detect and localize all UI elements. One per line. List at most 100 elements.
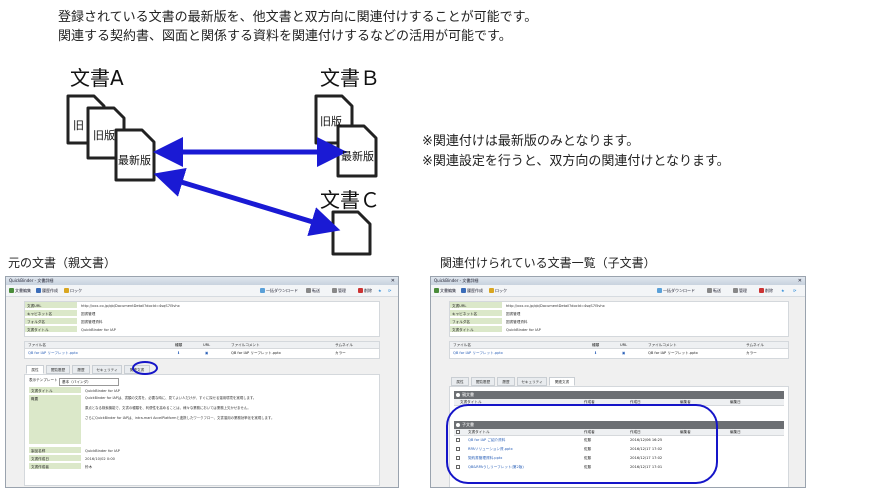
- edit-button[interactable]: 文書編集: [434, 288, 456, 294]
- prop-row: 文書タイトル QuickBinder for IAP: [25, 326, 116, 333]
- doc-b-title: 文書Ｂ: [320, 66, 380, 90]
- doc-c-icon: [331, 210, 372, 256]
- window-title: QuickBinder - 文書詳細: [9, 278, 54, 283]
- prop-row: キャビネット名 図書管理: [25, 310, 96, 317]
- download-icon[interactable]: ⬇: [177, 350, 180, 357]
- detail-row: 文書作成日 2016/10/02 0:00: [29, 455, 115, 462]
- note-1: ※関連付けは最新版のみとなります。: [422, 134, 640, 149]
- col-file-name: ファイル名: [28, 343, 46, 347]
- detail-overview: 概要 QuickBinder for IAPは、書類の文書を、必要な時に、見てよ…: [29, 395, 377, 445]
- detail-row: 文書タイトル QuickBinder for IAP: [29, 387, 120, 394]
- file-row: QB for IAP リーフレット.pptx ⬇ ▣ QB for IAP リー…: [450, 350, 788, 358]
- detail-row: 製品名称 QuickBinder for IAP: [29, 447, 120, 454]
- doc-b-page-2-label: 最新版: [341, 150, 374, 163]
- download-button[interactable]: 一括ダウンロード: [260, 288, 298, 294]
- col-thumbnail: サムネイル: [335, 343, 353, 347]
- toolbar: 文書編集 履歴作成 ロック 一括ダウンロード 転送 管理 削除 ★ ⟳: [6, 285, 398, 297]
- lock-button[interactable]: ロック: [64, 288, 82, 294]
- properties-panel: 文書URL http://xxx.co.jp/qb/DocumentDetail?…: [24, 301, 380, 337]
- doc-c-title: 文書Ｃ: [320, 188, 380, 212]
- url-icon[interactable]: ▣: [205, 350, 208, 357]
- note-2: ※関連設定を行うと、双方向の関連付けとなります。: [422, 154, 730, 169]
- prop-row: 文書URL http://xxx.co.jp/qb/DocumentDetail?…: [25, 302, 180, 309]
- col-type: 種類: [175, 343, 183, 347]
- col-thumbnail: サムネイル: [746, 343, 764, 347]
- file-thumbnail: カラー: [335, 351, 346, 355]
- detail-tabs: 属性 閲覧履歴 履歴 セキュリティ 関連文書: [451, 377, 651, 386]
- detail-tabs: 属性 閲覧履歴 履歴 セキュリティ 関連文書: [26, 365, 226, 374]
- file-link[interactable]: QB for IAP リーフレット.pptx: [453, 350, 503, 357]
- tab-security[interactable]: セキュリティ: [517, 377, 547, 386]
- prop-row: 文書URL http://xxx.co.jp/qb/DocumentDetail?…: [450, 302, 605, 309]
- file-table: ファイル名 種類 URL ファイルコメント サムネイル QB for IAP リ…: [24, 341, 380, 359]
- collapse-icon: [456, 393, 460, 397]
- arrow-a-c: [153, 168, 341, 236]
- tab-security[interactable]: セキュリティ: [92, 365, 122, 374]
- send-icon: [306, 288, 311, 293]
- manage-button[interactable]: 管理: [332, 288, 346, 294]
- caption-children: 関連付けられている文書一覧（子文書）: [440, 256, 656, 270]
- parent-docs-header[interactable]: 親文書: [454, 391, 784, 399]
- file-thumbnail: カラー: [746, 351, 757, 355]
- tab-attributes[interactable]: 属性: [451, 377, 469, 386]
- tab-history[interactable]: 履歴: [497, 377, 515, 386]
- trash-icon: [358, 288, 363, 293]
- url-icon[interactable]: ▣: [622, 350, 625, 357]
- detail-row: 文書作成者 鈴木: [29, 463, 93, 470]
- download-icon: [657, 288, 662, 293]
- refresh-icon[interactable]: ⟳: [793, 288, 796, 294]
- download-icon[interactable]: ⬇: [594, 350, 597, 357]
- star-icon[interactable]: ★: [378, 288, 382, 294]
- tab-view-history[interactable]: 閲覧履歴: [471, 377, 495, 386]
- doc-a-page-2-label: 旧版: [93, 129, 115, 142]
- prop-row: フォルダ名 図書管理資料: [25, 318, 103, 325]
- tab-view-history[interactable]: 閲覧履歴: [46, 365, 70, 374]
- related-tab-highlight: [132, 361, 158, 375]
- history-button[interactable]: 履歴作成: [36, 288, 58, 294]
- delete-button[interactable]: 削除: [358, 288, 372, 294]
- send-button[interactable]: 転送: [306, 288, 320, 294]
- trash-icon: [759, 288, 764, 293]
- tab-related-docs[interactable]: 関連文書: [549, 377, 575, 386]
- parent-document-window: QuickBinder - 文書詳細 ✕ 文書編集 履歴作成 ロック 一括ダウン…: [5, 276, 399, 488]
- col-url: URL: [620, 343, 628, 347]
- col-comment: ファイルコメント: [231, 343, 260, 347]
- delete-button[interactable]: 削除: [759, 288, 773, 294]
- caption-parent: 元の文書（親文書）: [8, 256, 117, 270]
- close-icon[interactable]: ✕: [798, 277, 802, 285]
- col-comment: ファイルコメント: [648, 343, 677, 347]
- manage-button[interactable]: 管理: [733, 288, 747, 294]
- history-icon: [36, 288, 41, 293]
- lock-button[interactable]: ロック: [489, 288, 507, 294]
- gear-icon: [733, 288, 738, 293]
- col-url: URL: [203, 343, 211, 347]
- lock-icon: [64, 288, 69, 293]
- star-icon[interactable]: ★: [781, 288, 785, 294]
- template-select[interactable]: 基本（バインダ）: [59, 378, 119, 386]
- doc-a-title: 文書A: [70, 66, 124, 90]
- edit-button[interactable]: 文書編集: [9, 288, 31, 294]
- file-comment: QB for IAP リーフレット.pptx: [231, 351, 281, 355]
- properties-panel: 文書URL http://xxx.co.jp/qb/DocumentDetail?…: [449, 301, 789, 337]
- send-button[interactable]: 転送: [707, 288, 721, 294]
- file-comment: QB for IAP リーフレット.pptx: [648, 351, 698, 355]
- col-type: 種類: [592, 343, 600, 347]
- history-button[interactable]: 履歴作成: [461, 288, 483, 294]
- download-button[interactable]: 一括ダウンロード: [657, 288, 695, 294]
- col-file-name: ファイル名: [453, 343, 471, 347]
- template-label: 表示テンプレート: [29, 378, 58, 382]
- toolbar: 文書編集 履歴作成 ロック 一括ダウンロード 転送 管理 削除 ★ ⟳: [431, 285, 805, 297]
- template-row: 表示テンプレート 基本（バインダ）: [29, 377, 229, 386]
- pencil-icon: [9, 288, 14, 293]
- gear-icon: [332, 288, 337, 293]
- file-row: QB for IAP リーフレット.pptx ⬇ ▣ QB for IAP リー…: [25, 350, 379, 358]
- tab-history[interactable]: 履歴: [72, 365, 90, 374]
- close-icon[interactable]: ✕: [391, 277, 395, 285]
- prop-row: キャビネット名 図書管理: [450, 310, 521, 317]
- file-table: ファイル名 種類 URL ファイルコメント サムネイル QB for IAP リ…: [449, 341, 789, 359]
- refresh-icon[interactable]: ⟳: [388, 288, 391, 294]
- file-link[interactable]: QB for IAP リーフレット.pptx: [28, 350, 78, 357]
- tab-attributes[interactable]: 属性: [26, 365, 44, 374]
- prop-row: 文書タイトル QuickBinder for IAP: [450, 326, 541, 333]
- pencil-icon: [434, 288, 439, 293]
